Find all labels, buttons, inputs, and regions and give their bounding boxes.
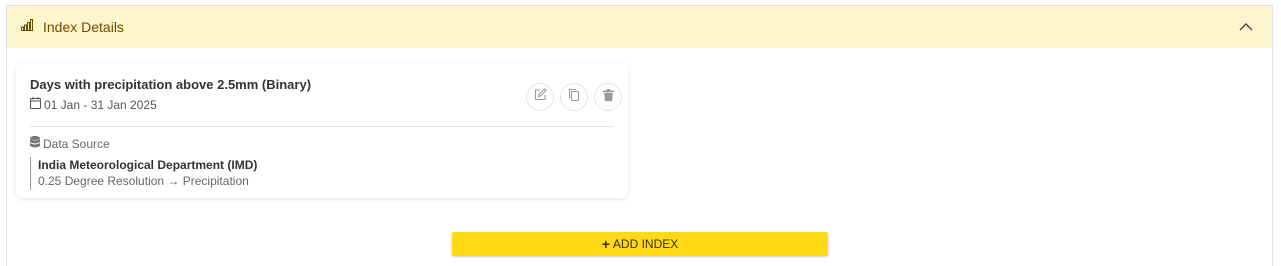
trash-icon	[602, 88, 614, 106]
copy-button[interactable]	[560, 83, 588, 111]
edit-button[interactable]	[526, 83, 554, 111]
panel-header[interactable]: Index Details	[7, 6, 1272, 48]
chevron-up-icon[interactable]	[1238, 19, 1254, 35]
add-index-label: ADD INDEX	[612, 237, 679, 251]
add-index-button[interactable]: + ADD INDEX	[452, 232, 828, 256]
date-range-text: 01 Jan - 31 Jan 2025	[44, 97, 157, 112]
data-source-label-text: Data Source	[43, 136, 110, 151]
panel-title: Index Details	[43, 19, 124, 35]
divider	[30, 126, 614, 127]
delete-button[interactable]	[594, 83, 622, 111]
data-source-name: India Meteorological Department (IMD)	[38, 158, 258, 172]
calendar-icon	[30, 97, 44, 112]
card-actions	[526, 83, 622, 111]
index-details-panel: Index Details Days with precipitation ab…	[6, 5, 1273, 266]
copy-icon	[568, 88, 580, 106]
data-source-label: Data Source	[30, 136, 614, 151]
plus-icon: +	[601, 236, 610, 252]
index-card: Days with precipitation above 2.5mm (Bin…	[16, 63, 628, 198]
data-source-block: India Meteorological Department (IMD) 0.…	[30, 157, 614, 190]
database-icon	[30, 136, 43, 151]
bar-chart-icon	[21, 18, 33, 36]
edit-icon	[534, 88, 547, 106]
data-source-detail: 0.25 Degree Resolution → Precipitation	[38, 174, 249, 188]
